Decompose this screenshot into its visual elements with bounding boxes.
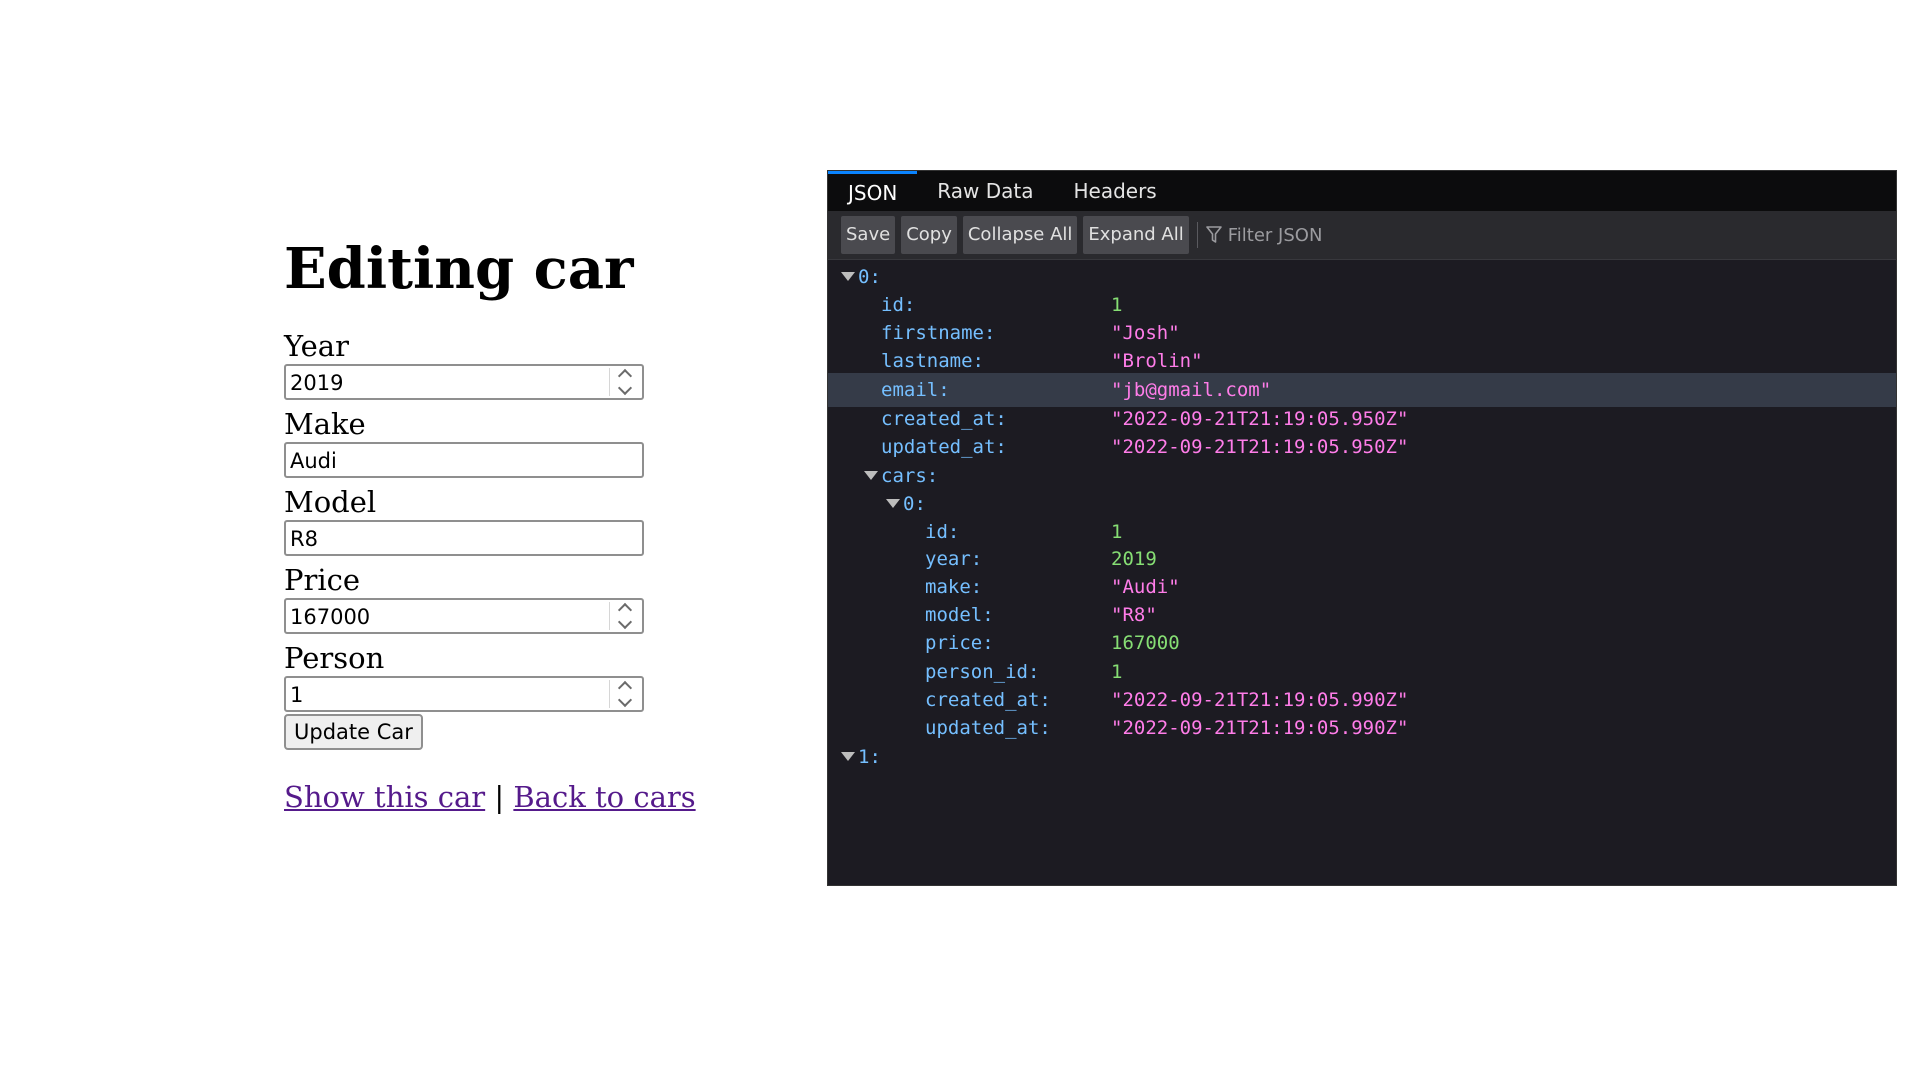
expand-toggle-icon[interactable] <box>841 752 855 761</box>
person-field: Person 1 <box>284 640 804 712</box>
make-input[interactable]: Audi <box>284 442 644 478</box>
filter-placeholder: Filter JSON <box>1227 224 1323 246</box>
make-label: Make <box>284 407 366 441</box>
year-label: Year <box>284 329 349 363</box>
tree-key: 1: <box>858 746 881 768</box>
save-button[interactable]: Save <box>841 216 896 254</box>
person-spinner[interactable] <box>609 680 640 708</box>
viewer-tabbar: JSON Raw Data Headers <box>828 171 1896 211</box>
person-label: Person <box>284 641 385 675</box>
model-field: Model R8 <box>284 484 804 556</box>
tab-headers[interactable]: Headers <box>1053 171 1176 211</box>
update-car-button[interactable]: Update Car <box>284 714 423 750</box>
price-field: Price 167000 <box>284 562 804 634</box>
model-input[interactable]: R8 <box>284 520 644 556</box>
edit-car-form: Editing car Year 2019 Make Audi Model R8… <box>284 228 804 814</box>
year-input[interactable]: 2019 <box>284 364 644 400</box>
filter-json-input[interactable]: Filter JSON <box>1205 224 1323 246</box>
footer-links: Show this car | Back to cars <box>284 780 804 814</box>
person-value: 1 <box>290 683 304 707</box>
page-title: Editing car <box>284 236 634 302</box>
expand-toggle-icon[interactable] <box>841 272 855 281</box>
model-label: Model <box>284 485 377 519</box>
spin-down-icon[interactable] <box>617 380 633 396</box>
link-separator: | <box>494 780 505 814</box>
expand-toggle-icon[interactable] <box>886 499 900 508</box>
collapse-all-button[interactable]: Collapse All <box>962 216 1078 254</box>
show-car-link[interactable]: Show this car <box>284 780 485 814</box>
viewer-toolbar: Save Copy Collapse All Expand All Filter… <box>828 211 1896 260</box>
tab-raw-data[interactable]: Raw Data <box>917 171 1053 211</box>
model-value: R8 <box>290 527 318 551</box>
copy-button[interactable]: Copy <box>901 216 957 254</box>
price-input[interactable]: 167000 <box>284 598 644 634</box>
year-spinner[interactable] <box>609 368 640 396</box>
spin-down-icon[interactable] <box>617 614 633 630</box>
toolbar-separator <box>1196 222 1198 248</box>
back-to-cars-link[interactable]: Back to cars <box>513 780 695 814</box>
spin-down-icon[interactable] <box>617 692 633 708</box>
make-value: Audi <box>290 449 337 473</box>
year-field: Year 2019 <box>284 328 804 400</box>
tree-row[interactable]: 1: <box>828 740 1896 774</box>
person-input[interactable]: 1 <box>284 676 644 712</box>
price-spinner[interactable] <box>609 602 640 630</box>
funnel-icon <box>1205 226 1222 243</box>
price-value: 167000 <box>290 605 371 629</box>
expand-toggle-icon[interactable] <box>864 471 878 480</box>
expand-all-button[interactable]: Expand All <box>1083 216 1189 254</box>
tab-json[interactable]: JSON <box>828 171 918 211</box>
json-viewer: JSON Raw Data Headers Save Copy Collapse… <box>827 170 1897 886</box>
make-field: Make Audi <box>284 406 804 478</box>
price-label: Price <box>284 563 361 597</box>
year-value: 2019 <box>290 371 344 395</box>
